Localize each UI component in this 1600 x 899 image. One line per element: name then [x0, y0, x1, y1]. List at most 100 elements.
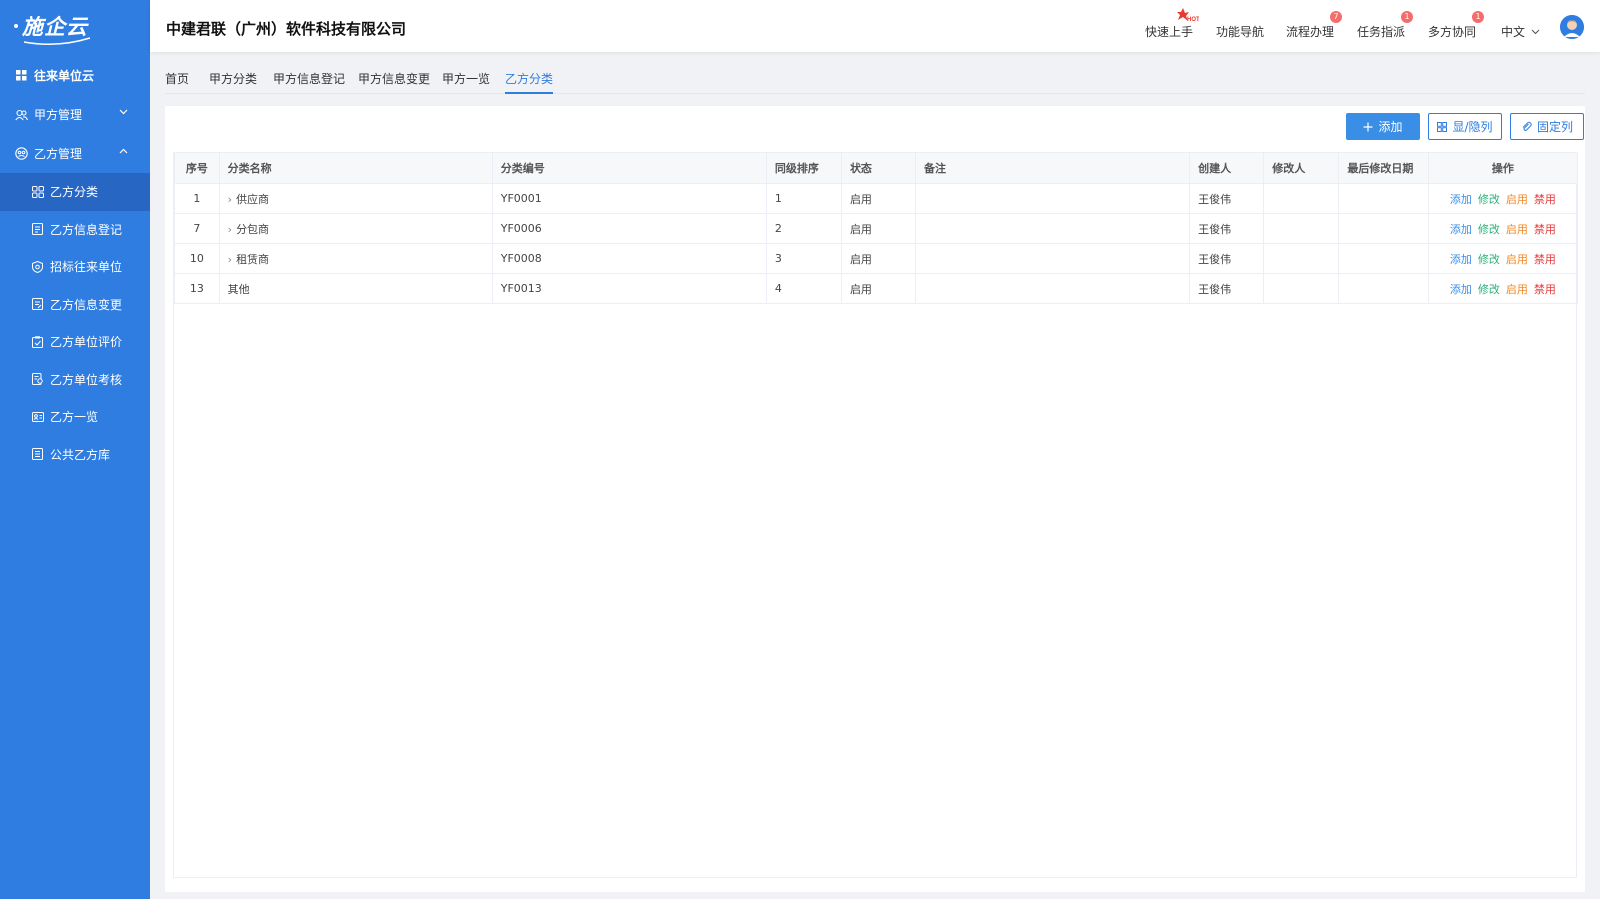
row-modifier — [1263, 183, 1340, 214]
sidebar-item-label: 乙方信息登记 — [50, 222, 123, 237]
sidebar-group-party-a[interactable]: 甲方管理 — [0, 95, 150, 134]
row-disable-link[interactable]: 禁用 — [1534, 283, 1556, 296]
sidebar-group-label: 乙方管理 — [34, 147, 83, 161]
sidebar-item-party-b-register[interactable]: 乙方信息登记 — [0, 211, 150, 249]
table-row[interactable]: 13 其他 YF0013 4 启用 王俊伟 添加 修改 启用 禁用 — [174, 273, 1579, 304]
users-icon — [15, 108, 28, 121]
column-header: 序号 — [174, 152, 220, 184]
page-tabs: 首页 甲方分类 甲方信息登记 甲方信息变更 甲方一览 乙方分类 — [165, 60, 1585, 94]
header-multi-party-collab[interactable]: 多方协同 1 — [1428, 11, 1485, 40]
chevron-right-icon[interactable]: › — [228, 223, 232, 236]
row-add-link[interactable]: 添加 — [1450, 253, 1472, 266]
row-name-cell: 其他 — [218, 273, 493, 304]
tab-party-a-change[interactable]: 甲方信息变更 — [358, 70, 430, 94]
row-edit-link[interactable]: 修改 — [1478, 223, 1500, 236]
row-modifier — [1263, 243, 1340, 274]
chevron-down-icon — [119, 109, 128, 115]
fix-columns-label: 固定列 — [1536, 120, 1573, 134]
column-header: 创建人 — [1189, 152, 1265, 184]
toggle-columns-button[interactable]: 显/隐列 — [1428, 113, 1502, 140]
tab-party-b-category[interactable]: 乙方分类 — [505, 70, 554, 94]
tab-home[interactable]: 首页 — [165, 70, 189, 94]
row-add-link[interactable]: 添加 — [1450, 223, 1472, 236]
tab-party-a-register[interactable]: 甲方信息登记 — [273, 70, 345, 94]
fix-columns-button[interactable]: 固定列 — [1510, 113, 1584, 140]
table-row[interactable]: 7 › 分包商 YF0006 2 启用 王俊伟 添加 修改 启用 禁用 — [174, 213, 1579, 244]
sidebar-item-party-b-overview[interactable]: 乙方一览 — [0, 398, 150, 436]
org-icon — [15, 147, 28, 160]
header-function-nav[interactable]: 功能导航 — [1216, 23, 1264, 40]
sidebar-group-party-b[interactable]: 乙方管理 — [0, 134, 150, 173]
top-header: 中建君联（广州）软件科技有限公司 快速上手 HOT 功能导航 流程办理 7 任务… — [150, 0, 1600, 52]
row-modifier — [1263, 213, 1340, 244]
header-item-label: 功能导航 — [1216, 25, 1265, 39]
row-enable-link[interactable]: 启用 — [1506, 193, 1528, 206]
row-creator: 王俊伟 — [1189, 213, 1265, 244]
sidebar-item-partner-cloud[interactable]: 往来单位云 — [0, 56, 150, 95]
add-button[interactable]: 添加 — [1346, 113, 1420, 140]
logo[interactable]: 施企云 — [0, 0, 150, 52]
category-icon — [31, 185, 44, 198]
row-name-cell: › 分包商 — [218, 213, 493, 244]
row-disable-link[interactable]: 禁用 — [1534, 223, 1556, 236]
row-disable-link[interactable]: 禁用 — [1534, 193, 1556, 206]
header-process-handling[interactable]: 流程办理 7 — [1286, 11, 1343, 40]
library-icon — [31, 448, 44, 461]
row-disable-link[interactable]: 禁用 — [1534, 253, 1556, 266]
sidebar-item-party-b-assessment[interactable]: 乙方单位考核 — [0, 361, 150, 399]
sidebar-item-public-party-b-library[interactable]: 公共乙方库 — [0, 436, 150, 474]
tab-party-a-overview[interactable]: 甲方一览 — [442, 70, 490, 94]
chevron-right-icon[interactable]: › — [228, 253, 232, 266]
user-avatar-icon — [1560, 15, 1584, 39]
row-actions: 添加 修改 启用 禁用 — [1427, 183, 1579, 214]
header-task-assignment[interactable]: 任务指派 1 — [1357, 11, 1414, 40]
row-code: YF0001 — [491, 183, 767, 214]
chevron-right-icon[interactable]: › — [228, 193, 232, 206]
sidebar-item-party-b-category[interactable]: 乙方分类 — [0, 173, 150, 211]
row-order: 3 — [765, 243, 842, 274]
row-code: YF0006 — [491, 213, 767, 244]
table-row[interactable]: 10 › 租赁商 YF0008 3 启用 王俊伟 添加 修改 启用 禁用 — [174, 243, 1579, 274]
sidebar-item-party-b-evaluation[interactable]: 乙方单位评价 — [0, 323, 150, 361]
paperclip-icon — [1522, 121, 1532, 131]
tab-party-a-category[interactable]: 甲方分类 — [209, 70, 257, 94]
row-modifier — [1263, 273, 1340, 304]
toggle-columns-label: 显/隐列 — [1452, 120, 1493, 134]
plus-icon — [1363, 122, 1373, 131]
clipboard-check-icon — [31, 335, 44, 348]
table-row[interactable]: 1 › 供应商 YF0001 1 启用 王俊伟 添加 修改 启用 禁用 — [174, 183, 1579, 214]
column-header: 最后修改日期 — [1338, 152, 1429, 184]
header-item-label: 任务指派 — [1357, 25, 1406, 39]
language-select[interactable]: 中文 — [1501, 23, 1540, 40]
sidebar-item-label: 乙方单位评价 — [50, 335, 123, 350]
avatar[interactable] — [1560, 15, 1584, 39]
row-edit-link[interactable]: 修改 — [1478, 283, 1500, 296]
row-name: 供应商 — [236, 192, 270, 206]
row-enable-link[interactable]: 启用 — [1506, 283, 1528, 296]
header-item-label: 多方协同 — [1428, 25, 1477, 39]
edit-doc-icon — [31, 298, 44, 311]
add-button-label: 添加 — [1378, 120, 1403, 134]
collab-count-badge: 1 — [1472, 11, 1485, 23]
sidebar-nav: 往来单位云 甲方管理 乙方管理 乙方分类 乙方信息登记 招标往来单位 乙方信息变… — [0, 56, 150, 473]
sidebar-item-label: 往来单位云 — [34, 69, 95, 83]
row-enable-link[interactable]: 启用 — [1506, 223, 1528, 236]
column-header: 分类名称 — [218, 152, 493, 184]
row-enable-link[interactable]: 启用 — [1506, 253, 1528, 266]
sidebar-item-bidding-partners[interactable]: 招标往来单位 — [0, 248, 150, 286]
doc-search-icon — [31, 373, 44, 386]
row-edit-link[interactable]: 修改 — [1478, 253, 1500, 266]
row-modified-date — [1338, 243, 1429, 274]
header-quick-start[interactable]: 快速上手 HOT — [1145, 8, 1199, 40]
sidebar-item-label: 公共乙方库 — [50, 447, 111, 462]
logo-swoosh-icon — [23, 37, 91, 45]
row-creator: 王俊伟 — [1189, 243, 1265, 274]
row-edit-link[interactable]: 修改 — [1478, 193, 1500, 206]
row-status: 启用 — [840, 183, 917, 214]
row-index: 1 — [174, 183, 220, 214]
row-add-link[interactable]: 添加 — [1450, 193, 1472, 206]
sidebar-item-party-b-change[interactable]: 乙方信息变更 — [0, 286, 150, 324]
column-header: 修改人 — [1263, 152, 1340, 184]
row-add-link[interactable]: 添加 — [1450, 283, 1472, 296]
header-item-label: 流程办理 — [1286, 25, 1335, 39]
